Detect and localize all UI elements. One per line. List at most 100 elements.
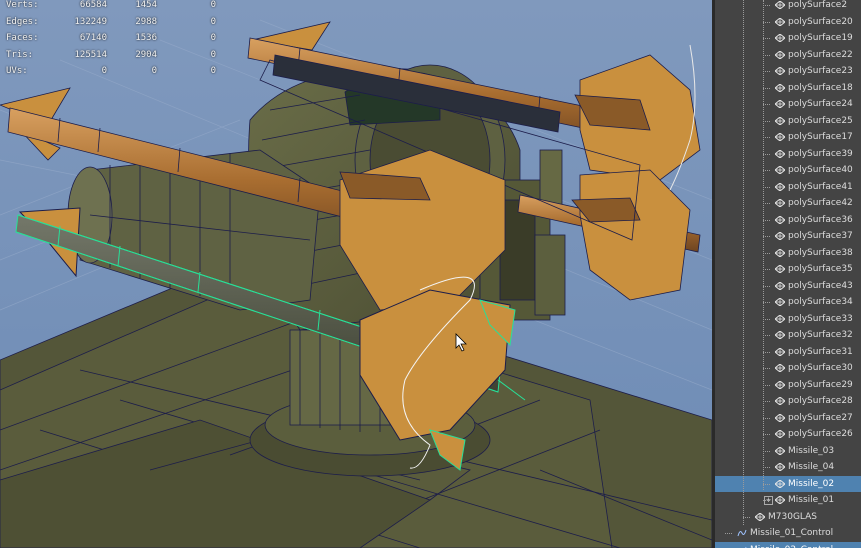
- outliner-item[interactable]: Missile_01_Control: [715, 525, 861, 541]
- outliner-item[interactable]: polySurface30: [715, 360, 861, 376]
- hud-value: 1536: [135, 33, 157, 43]
- hud-value: 0: [151, 66, 157, 76]
- outliner-item[interactable]: polySurface19: [715, 30, 861, 46]
- mesh-icon: [775, 413, 785, 422]
- mesh-icon: [755, 512, 765, 521]
- outliner-item[interactable]: polySurface20: [715, 14, 861, 30]
- outliner-item[interactable]: polySurface36: [715, 212, 861, 228]
- outliner-item[interactable]: polySurface38: [715, 245, 861, 261]
- outliner-item[interactable]: Missile_02_Control: [715, 541, 861, 548]
- 3d-viewport[interactable]: Verts: 66584 1454 0 Edges: 132249 2988 0…: [0, 0, 712, 548]
- outliner-item[interactable]: polySurface34: [715, 294, 861, 310]
- hud-row-faces: Faces: 67140 1536 0: [6, 33, 216, 50]
- tree-connector: [763, 351, 770, 353]
- outliner-item-label: polySurface40: [788, 165, 853, 175]
- tree-connector: [763, 401, 770, 402]
- outliner-item-label: Missile_04: [788, 462, 835, 472]
- tree-connector: [763, 21, 770, 23]
- outliner-item[interactable]: polySurface18: [715, 80, 861, 96]
- outliner-item[interactable]: polySurface24: [715, 96, 861, 112]
- hud-value: 66584: [79, 0, 107, 10]
- outliner-item[interactable]: polySurface35: [715, 261, 861, 277]
- outliner-item-label: polySurface28: [788, 396, 853, 406]
- outliner-item-label: polySurface42: [788, 198, 853, 208]
- hud-value: 0: [210, 66, 216, 76]
- outliner-item[interactable]: polySurface43: [715, 278, 861, 294]
- mesh-icon: [775, 380, 785, 389]
- mesh-icon: [775, 83, 785, 92]
- tree-connector: [763, 71, 770, 72]
- mesh-icon: [775, 446, 785, 455]
- tree-line: [743, 0, 744, 525]
- outliner-item-label: polySurface35: [788, 264, 853, 274]
- outliner-item-label: polySurface19: [788, 33, 853, 43]
- mesh-icon: [775, 298, 785, 306]
- mesh-icon: [775, 100, 785, 108]
- outliner-item[interactable]: polySurface2: [715, 0, 861, 13]
- outliner-item[interactable]: Missile_04: [715, 459, 861, 475]
- outliner-item-label: Missile_01_Control: [750, 528, 834, 538]
- outliner-item-label: polySurface17: [788, 132, 853, 142]
- outliner-item[interactable]: polySurface41: [715, 179, 861, 195]
- tree-connector: [763, 104, 770, 105]
- mesh-icon: [775, 463, 785, 471]
- tree-connector: [763, 186, 770, 188]
- tree-line: [763, 0, 764, 490]
- outliner-item[interactable]: polySurface26: [715, 426, 861, 442]
- outliner-item-label: polySurface41: [788, 181, 853, 192]
- outliner-item[interactable]: polySurface27: [715, 410, 861, 426]
- outliner-item-label: polySurface38: [788, 247, 853, 258]
- outliner-item[interactable]: polySurface32: [715, 327, 861, 343]
- tree-connector: [763, 483, 770, 485]
- outliner-item-label: polySurface36: [788, 214, 853, 225]
- tree-connector: [763, 368, 770, 369]
- outliner-item[interactable]: polySurface33: [715, 311, 861, 327]
- outliner-item[interactable]: polySurface29: [715, 377, 861, 393]
- mesh-icon: [775, 1, 785, 9]
- mesh-icon: [775, 116, 785, 125]
- outliner-item[interactable]: polySurface31: [715, 344, 861, 360]
- hud-value: 0: [210, 33, 216, 43]
- outliner-item[interactable]: polySurface28: [715, 393, 861, 409]
- outliner-item[interactable]: + Missile_01: [715, 492, 861, 508]
- outliner-item[interactable]: polySurface22: [715, 47, 861, 63]
- outliner-item[interactable]: polySurface40: [715, 162, 861, 178]
- outliner-item[interactable]: polySurface37: [715, 228, 861, 244]
- tree-connector: [743, 516, 750, 518]
- tree-connector: [763, 302, 770, 303]
- tree-connector: [763, 285, 770, 287]
- hud-value: 2988: [135, 16, 157, 27]
- mesh-icon: [775, 67, 785, 75]
- hud-label: Verts:: [6, 0, 39, 10]
- hud-row-tris: Tris: 125514 2904 0: [6, 50, 216, 67]
- outliner-item[interactable]: polySurface42: [715, 195, 861, 211]
- outliner-item[interactable]: M730GLAS: [715, 509, 861, 525]
- hud-value: 0: [210, 16, 216, 27]
- hud-value: 67140: [79, 33, 107, 43]
- tree-connector: [763, 120, 770, 122]
- outliner-item[interactable]: polySurface17: [715, 129, 861, 145]
- outliner-item[interactable]: Missile_02: [715, 475, 861, 492]
- outliner-item-label: polySurface29: [788, 379, 853, 390]
- tree-connector: [763, 236, 770, 237]
- expand-icon[interactable]: +: [764, 496, 773, 505]
- outliner-item-label: polySurface32: [788, 330, 853, 340]
- mesh-icon: [775, 215, 785, 224]
- outliner-item-label: polySurface18: [788, 82, 853, 93]
- hud-row-verts: Verts: 66584 1454 0: [6, 0, 216, 17]
- outliner-item[interactable]: polySurface25: [715, 113, 861, 129]
- tree-connector: [763, 318, 770, 320]
- outliner-item[interactable]: polySurface23: [715, 63, 861, 79]
- outliner-item[interactable]: polySurface39: [715, 146, 861, 162]
- outliner-item-label: polySurface24: [788, 99, 853, 109]
- outliner-item-label: Missile_01: [788, 495, 835, 505]
- tree-connector: [763, 5, 770, 6]
- mesh-icon: [775, 265, 785, 273]
- outliner-item[interactable]: Missile_03: [715, 443, 861, 459]
- mesh-icon: [775, 182, 785, 191]
- outliner-item-label: polySurface31: [788, 346, 853, 357]
- outliner-panel[interactable]: polySurface2 polySurface20 polySurface19 po…: [712, 0, 861, 548]
- mesh-icon: [775, 50, 785, 59]
- outliner-item-label: polySurface33: [788, 313, 853, 324]
- hud-value: 0: [101, 66, 107, 76]
